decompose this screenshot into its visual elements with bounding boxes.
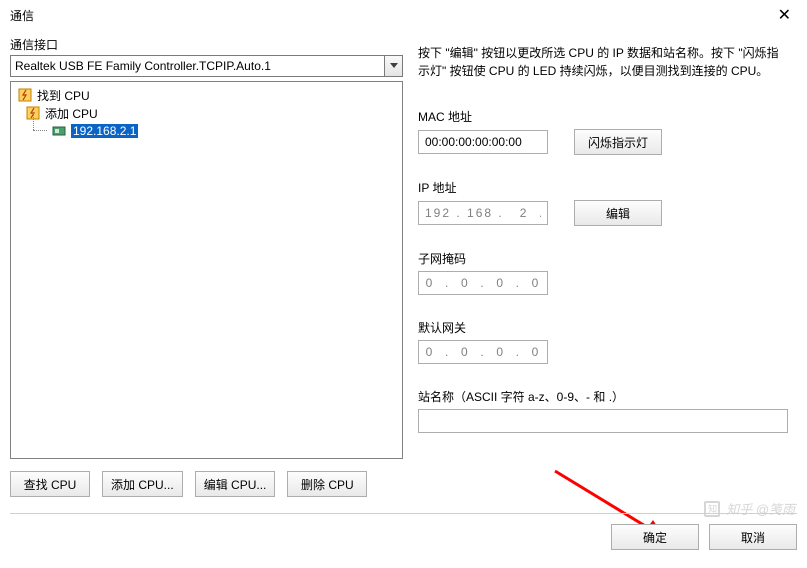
flash-led-button[interactable]: 闪烁指示灯 bbox=[574, 129, 662, 155]
dropdown-icon[interactable] bbox=[384, 56, 402, 76]
device-icon bbox=[51, 124, 67, 138]
ip-input bbox=[418, 201, 548, 225]
gateway-input bbox=[418, 340, 548, 364]
right-panel: 按下 "编辑" 按钮以更改所选 CPU 的 IP 数据和站名称。按下 "闪烁指示… bbox=[418, 44, 790, 433]
interface-combo[interactable] bbox=[10, 55, 403, 77]
window-title: 通信 bbox=[10, 7, 34, 24]
find-cpu-button[interactable]: 查找 CPU bbox=[10, 471, 90, 497]
lightning-icon bbox=[17, 88, 33, 102]
tree-item-add-cpu[interactable]: 添加 CPU bbox=[15, 104, 402, 122]
station-input[interactable] bbox=[418, 409, 788, 433]
ok-button[interactable]: 确定 bbox=[611, 524, 699, 550]
interface-label: 通信接口 bbox=[10, 36, 403, 53]
instructions-text: 按下 "编辑" 按钮以更改所选 CPU 的 IP 数据和站名称。按下 "闪烁指示… bbox=[418, 44, 790, 80]
station-label: 站名称（ASCII 字符 a-z、0-9、- 和 .） bbox=[418, 388, 790, 405]
subnet-label: 子网掩码 bbox=[418, 250, 790, 267]
edit-cpu-button[interactable]: 编辑 CPU... bbox=[195, 471, 276, 497]
tree-item-find-cpu[interactable]: 找到 CPU bbox=[15, 86, 402, 104]
dialog-buttons: 确定 取消 bbox=[10, 513, 797, 550]
mac-input[interactable] bbox=[418, 130, 548, 154]
tree-label-find: 找到 CPU bbox=[37, 87, 90, 104]
tree-label-add: 添加 CPU bbox=[45, 105, 98, 122]
cancel-button[interactable]: 取消 bbox=[709, 524, 797, 550]
mac-label: MAC 地址 bbox=[418, 108, 790, 125]
subnet-input bbox=[418, 271, 548, 295]
tree-label-ip: 192.168.2.1 bbox=[71, 124, 138, 138]
gateway-label: 默认网关 bbox=[418, 319, 790, 336]
delete-cpu-button[interactable]: 删除 CPU bbox=[287, 471, 367, 497]
add-cpu-button[interactable]: 添加 CPU... bbox=[102, 471, 183, 497]
close-icon[interactable]: ✕ bbox=[770, 1, 799, 29]
edit-ip-button[interactable]: 编辑 bbox=[574, 200, 662, 226]
cpu-tree[interactable]: 找到 CPU 添加 CPU 192.168.2.1 bbox=[10, 81, 403, 459]
interface-input[interactable] bbox=[11, 56, 384, 76]
tree-item-ip[interactable]: 192.168.2.1 bbox=[15, 122, 402, 140]
ip-label: IP 地址 bbox=[418, 179, 790, 196]
left-panel: 通信接口 找到 CPU 添加 CPU bbox=[10, 36, 403, 497]
